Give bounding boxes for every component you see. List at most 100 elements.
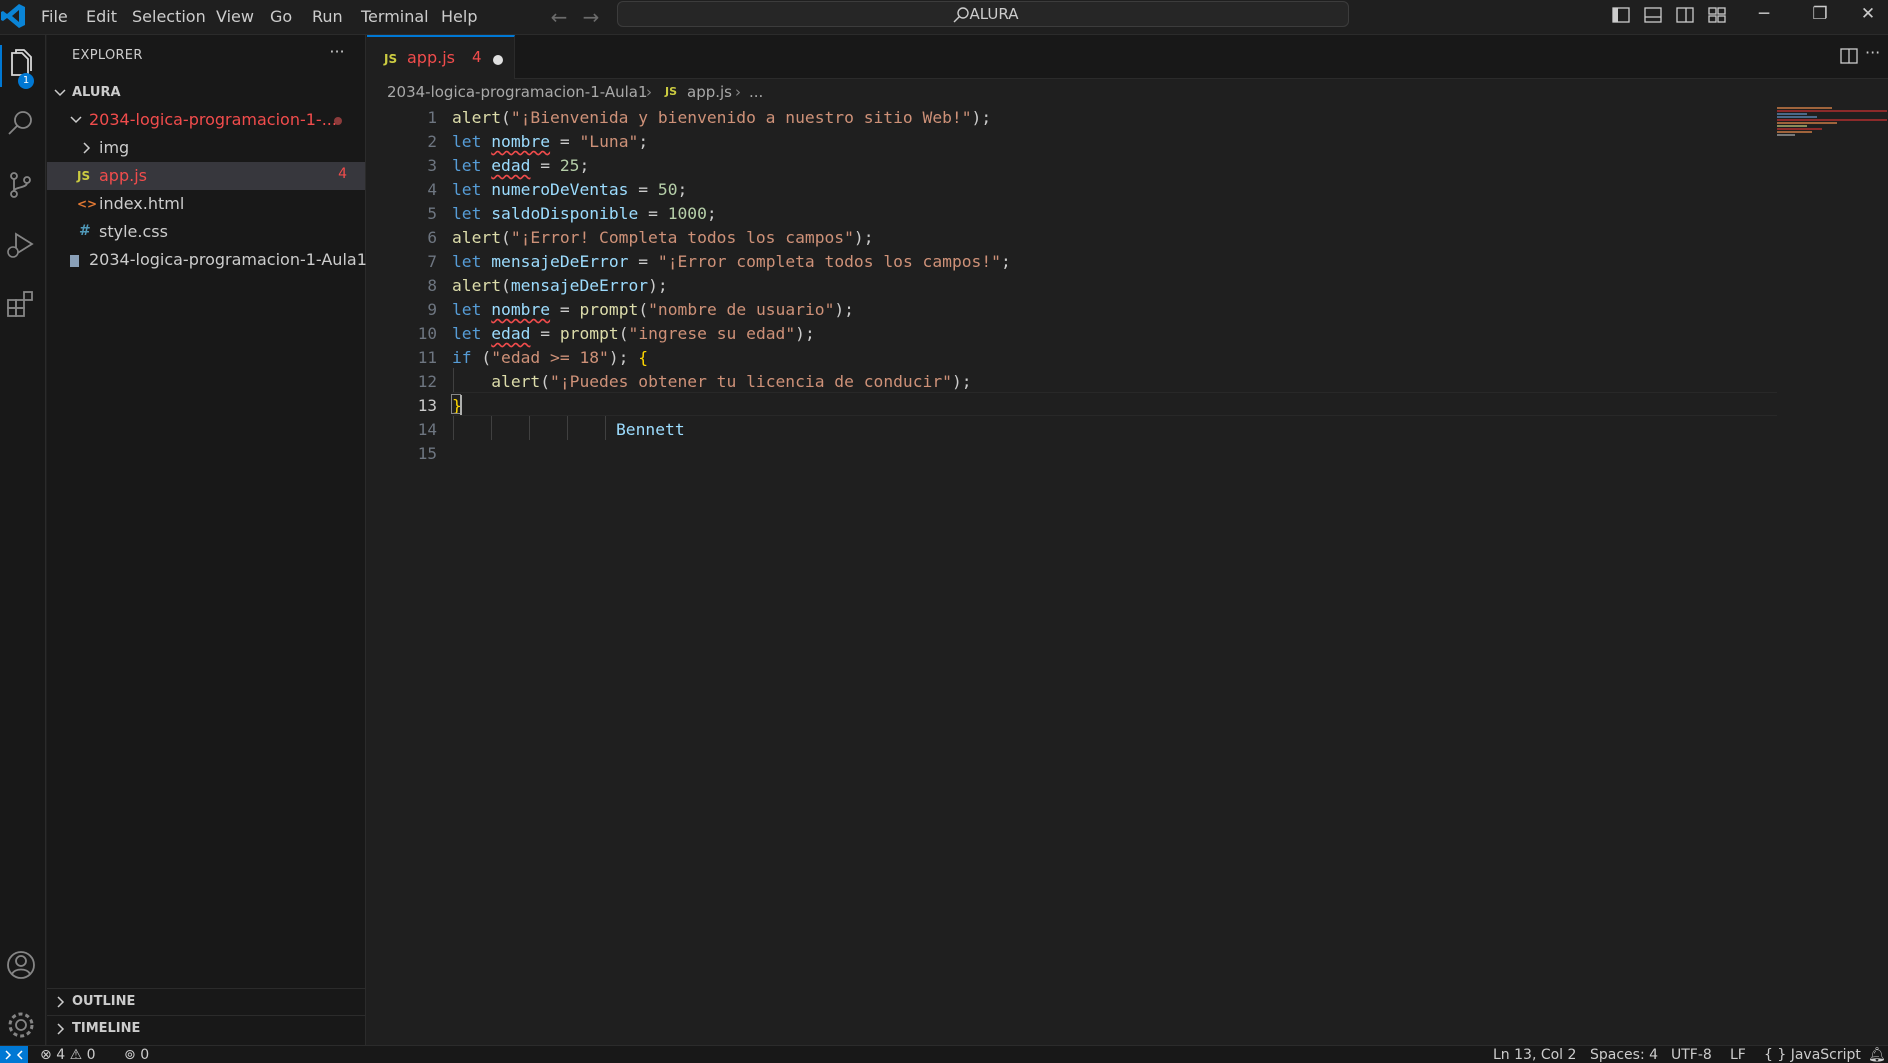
minimap[interactable]: [1777, 106, 1887, 146]
explorer-badge: 1: [18, 73, 34, 89]
current-line-highlight: [452, 392, 1777, 416]
eol-status[interactable]: LF: [1730, 1046, 1746, 1063]
code-line-9: let nombre = prompt("nombre de usuario")…: [452, 300, 854, 319]
chevron-right-icon: [57, 1023, 65, 1035]
js-file-icon: JS: [77, 169, 91, 183]
search-icon: [8, 111, 32, 135]
manage-activity[interactable]: [0, 1000, 46, 1050]
notifications-bell-icon[interactable]: 🔔︎: [1868, 1046, 1886, 1063]
vscode-logo-icon: [1, 4, 25, 28]
search-activity[interactable]: [0, 100, 46, 150]
line-number: 8: [427, 276, 437, 295]
forward-arrow-icon[interactable]: →: [578, 4, 604, 30]
timeline-section-header[interactable]: TIMELINE: [47, 1015, 366, 1041]
tree-folder-project[interactable]: 2034-logica-programacion-1-...: [47, 106, 365, 134]
tab-problems-count: 4: [472, 48, 482, 66]
toggle-panel-icon[interactable]: [1642, 4, 1664, 26]
title-bar: File Edit Selection View Go Run Terminal…: [0, 0, 1888, 35]
account-icon: [7, 951, 35, 979]
remote-icon: [5, 1050, 23, 1060]
code-line-3: let edad = 25;: [452, 156, 590, 175]
line-number: 14: [417, 420, 437, 439]
breadcrumb-file[interactable]: app.js: [687, 83, 732, 101]
menu-go[interactable]: Go: [266, 5, 296, 29]
run-debug-icon: [7, 232, 34, 258]
code-line-10: let edad = prompt("ingrese su edad");: [452, 324, 815, 343]
minimap-line: [1777, 125, 1807, 127]
problems-badge: 4: [338, 166, 347, 182]
menu-selection[interactable]: Selection: [128, 5, 210, 29]
remote-indicator[interactable]: [0, 1046, 28, 1063]
sidebar-more-icon[interactable]: ···: [325, 41, 349, 65]
indentation-status[interactable]: Spaces: 4: [1590, 1046, 1658, 1063]
minimap-line: [1777, 131, 1812, 133]
close-icon[interactable]: ✕: [1848, 0, 1888, 30]
menu-view[interactable]: View: [212, 5, 258, 29]
menu-run[interactable]: Run: [308, 5, 347, 29]
run-debug-activity[interactable]: [0, 220, 46, 270]
line-number: 10: [417, 324, 437, 343]
tree-file-indexhtml[interactable]: <> index.html: [47, 190, 365, 218]
tree-folder-label: 2034-logica-programacion-1-...: [89, 110, 337, 129]
code-editor[interactable]: 1 2 3 4 5 6 7 8 9 10 11 12 13 14 15 alert("¡Bienvenida…: [367, 106, 1888, 1045]
command-center-search[interactable]: ALURA: [617, 1, 1349, 27]
tree-file-root[interactable]: 2034-logica-programacion-1-Aula1....: [47, 246, 387, 274]
code-line-6: alert("¡Error! Completa todos los campos…: [452, 228, 874, 247]
outline-section-header[interactable]: OUTLINE: [47, 988, 366, 1014]
language-mode[interactable]: { } JavaScript: [1764, 1046, 1861, 1063]
indent-guide: [605, 416, 606, 440]
editor-tab-bar: JS app.js 4 ···: [367, 35, 1888, 79]
menu-help[interactable]: Help: [437, 5, 481, 29]
code-line-12: alert("¡Puedes obtener tu licencia de co…: [491, 372, 972, 391]
tree-file-appjs[interactable]: JS app.js 4: [47, 162, 365, 190]
minimap-line: [1777, 110, 1887, 112]
tree-item-label: 2034-logica-programacion-1-Aula1....: [89, 250, 388, 269]
minimize-icon[interactable]: ─: [1737, 0, 1791, 30]
problems-status[interactable]: ⊗ 4 ⚠ 0: [40, 1046, 96, 1063]
tab-appjs[interactable]: JS app.js 4: [367, 35, 515, 79]
js-file-icon: JS: [384, 52, 398, 66]
minimap-line: [1777, 128, 1822, 130]
html-file-icon: <>: [77, 197, 98, 211]
menu-file[interactable]: File: [37, 5, 72, 29]
breadcrumb-folder[interactable]: 2034-logica-programacion-1-Aula1: [387, 83, 648, 101]
tree-file-stylecss[interactable]: # style.css: [47, 218, 365, 246]
menu-terminal[interactable]: Terminal: [357, 5, 433, 29]
indent-guide: [567, 416, 568, 440]
warning-icon: ⚠: [69, 1047, 83, 1063]
language-label: JavaScript: [1790, 1047, 1861, 1063]
line-number: 12: [417, 372, 437, 391]
menu-edit[interactable]: Edit: [82, 5, 121, 29]
line-number: 11: [417, 348, 437, 367]
line-number: 5: [427, 204, 437, 223]
accounts-activity[interactable]: [0, 940, 46, 990]
restore-icon[interactable]: ❐: [1793, 0, 1847, 30]
text-cursor: [460, 395, 462, 415]
encoding-status[interactable]: UTF-8: [1671, 1046, 1712, 1063]
indent-guide: [453, 416, 454, 440]
split-editor-icon[interactable]: [1839, 46, 1859, 66]
tree-folder-img[interactable]: img: [47, 134, 365, 162]
line-number: 7: [427, 252, 437, 271]
explorer-activity[interactable]: 1: [0, 40, 46, 90]
workspace-section-header[interactable]: ALURA: [47, 82, 366, 104]
workspace-label: ALURA: [72, 85, 121, 100]
breadcrumb-symbols[interactable]: ...: [749, 83, 763, 101]
back-arrow-icon[interactable]: ←: [546, 4, 572, 30]
source-control-activity[interactable]: [0, 160, 46, 210]
indent-guide: [529, 416, 530, 440]
extensions-activity[interactable]: [0, 280, 46, 330]
customize-layout-icon[interactable]: [1706, 4, 1728, 26]
toggle-primary-sidebar-icon[interactable]: [1610, 4, 1632, 26]
toggle-secondary-sidebar-icon[interactable]: [1674, 4, 1696, 26]
tree-item-label: style.css: [99, 222, 168, 241]
braces-icon: { }: [1764, 1047, 1787, 1063]
ports-count: 0: [140, 1047, 150, 1063]
activity-bar: 1: [0, 35, 46, 1045]
unsaved-dot-icon[interactable]: [493, 55, 503, 65]
ports-status[interactable]: ⊚ 0: [124, 1046, 149, 1063]
cursor-position[interactable]: Ln 13, Col 2: [1493, 1046, 1576, 1063]
extensions-icon: [7, 291, 33, 317]
chevron-right-icon: ›: [646, 83, 652, 101]
editor-more-icon[interactable]: ···: [1865, 43, 1880, 62]
